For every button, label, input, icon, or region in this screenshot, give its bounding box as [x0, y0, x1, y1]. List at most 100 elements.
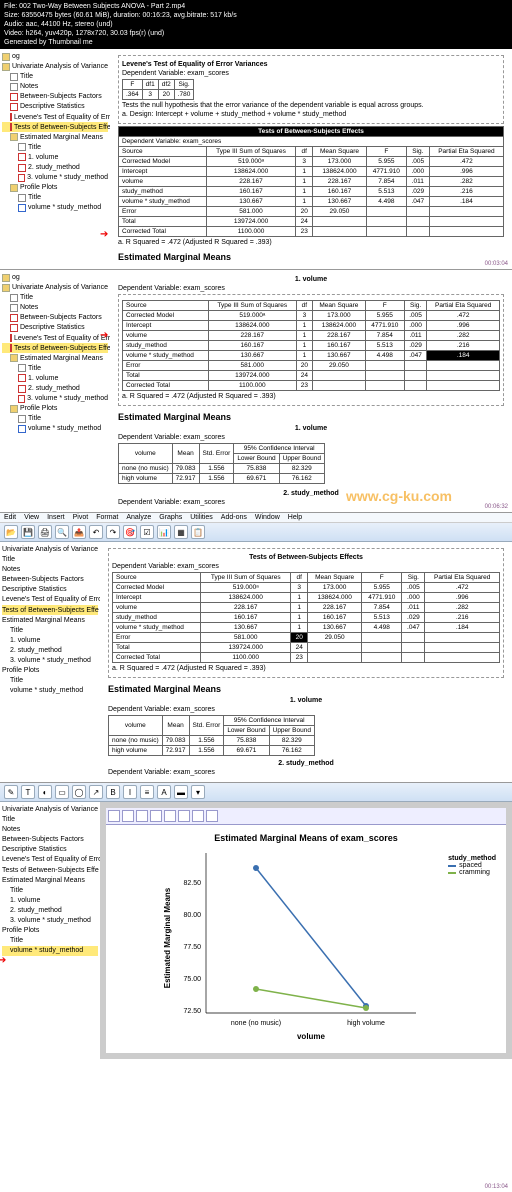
tool-icon[interactable]: A	[157, 785, 171, 799]
tree-v2[interactable]: 2. study_method	[2, 905, 98, 915]
tree-log[interactable]: og	[2, 272, 108, 282]
tree-v1[interactable]: 1. volume	[2, 152, 108, 162]
chart-editor-toolbar[interactable]: ✎ T ◐ ▭ ◯ ↗ B I ≡ A ▬ ▾	[0, 783, 512, 802]
nav-tree-2[interactable]: og Univariate Analysis of Variance Title…	[0, 270, 110, 512]
tree-notes[interactable]: Notes	[2, 82, 108, 92]
table-icon[interactable]: ▦	[174, 525, 188, 539]
designate-icon[interactable]: 📋	[191, 525, 205, 539]
tree-title3[interactable]: Title	[2, 193, 108, 203]
goto-icon[interactable]: 🎯	[123, 525, 137, 539]
tool-icon[interactable]: ✎	[4, 785, 18, 799]
open-icon[interactable]: 📂	[4, 525, 18, 539]
tree-bsf[interactable]: Between-Subjects Factors	[2, 575, 98, 585]
save-icon[interactable]: 💾	[21, 525, 35, 539]
tree-title2[interactable]: Title	[2, 142, 108, 152]
tree-emm[interactable]: Estimated Marginal Means	[2, 875, 98, 885]
tree-v2[interactable]: 2. study_method	[2, 384, 108, 394]
tool-icon[interactable]	[122, 810, 134, 822]
menu-edit[interactable]: Edit	[4, 514, 16, 521]
tool-icon[interactable]: ◐	[38, 785, 52, 799]
chart-canvas[interactable]: Estimated Marginal Means of exam_scores …	[100, 802, 512, 1059]
tree-emm[interactable]: Estimated Marginal Means	[2, 615, 98, 625]
nav-tree-3[interactable]: Univariate Analysis of Variance Title No…	[0, 542, 100, 782]
undo-icon[interactable]: ↶	[89, 525, 103, 539]
tree-bsf[interactable]: Between-Subjects Factors	[2, 92, 108, 102]
menu-graphs[interactable]: Graphs	[159, 514, 182, 521]
tree-bsf[interactable]: Between-Subjects Factors	[2, 313, 108, 323]
tool-icon[interactable]: ▾	[191, 785, 205, 799]
tree-v3[interactable]: 3. volume * study_method	[2, 394, 108, 404]
tree-levene[interactable]: Levene's Test of Equality of Erro	[2, 333, 108, 343]
menu-pivot[interactable]: Pivot	[73, 514, 89, 521]
tree-v3[interactable]: 3. volume * study_method	[2, 656, 98, 666]
tree-desc[interactable]: Descriptive Statistics	[2, 845, 98, 855]
tree-title[interactable]: Title	[2, 815, 98, 825]
menu-addons[interactable]: Add-ons	[221, 514, 247, 521]
tree-desc[interactable]: Descriptive Statistics	[2, 102, 108, 112]
tree-levene[interactable]: Levene's Test of Equality of Erro	[2, 855, 98, 865]
tree-v3[interactable]: 3. volume * study_method	[2, 916, 98, 926]
tree-tests[interactable]: Tests of Between-Subjects Effe	[2, 605, 98, 615]
tree-root[interactable]: Univariate Analysis of Variance	[2, 544, 98, 554]
tree-profile[interactable]: Profile Plots	[2, 926, 98, 936]
tree-vsm[interactable]: volume * study_method	[2, 424, 108, 434]
export-icon[interactable]: 📤	[72, 525, 86, 539]
tool-icon[interactable]	[206, 810, 218, 822]
tree-title[interactable]: Title	[2, 72, 108, 82]
tree-profile[interactable]: Profile Plots	[2, 183, 108, 193]
tree-root[interactable]: Univariate Analysis of Variance	[2, 283, 108, 293]
tree-v2[interactable]: 2. study_method	[2, 163, 108, 173]
select-icon[interactable]: ☑	[140, 525, 154, 539]
menu-help[interactable]: Help	[288, 514, 302, 521]
tool-icon[interactable]	[150, 810, 162, 822]
tree-title[interactable]: Title	[2, 293, 108, 303]
tool-icon[interactable]: ◯	[72, 785, 86, 799]
menu-bar[interactable]: Edit View Insert Pivot Format Analyze Gr…	[0, 513, 512, 523]
menu-insert[interactable]: Insert	[47, 514, 65, 521]
nav-tree-1[interactable]: og Univariate Analysis of Variance Title…	[0, 49, 110, 269]
tree-emm[interactable]: Estimated Marginal Means	[2, 353, 108, 363]
tree-log[interactable]: og	[2, 51, 108, 61]
menu-format[interactable]: Format	[96, 514, 118, 521]
tree-levene[interactable]: Levene's Test of Equality of Erro	[2, 112, 108, 122]
tree-tests[interactable]: Tests of Between-Subjects Effe	[2, 343, 108, 353]
tree-notes[interactable]: Notes	[2, 303, 108, 313]
tree-notes[interactable]: Notes	[2, 565, 98, 575]
tree-title3[interactable]: Title	[2, 936, 98, 946]
print-icon[interactable]: 🖨	[38, 525, 52, 539]
tool-icon[interactable]	[136, 810, 148, 822]
tree-emm[interactable]: Estimated Marginal Means	[2, 132, 108, 142]
tree-tests[interactable]: Tests of Between-Subjects Effe	[2, 865, 98, 875]
preview-icon[interactable]: 🔍	[55, 525, 69, 539]
nav-tree-4[interactable]: Univariate Analysis of Variance Title No…	[0, 802, 100, 1059]
tree-desc[interactable]: Descriptive Statistics	[2, 323, 108, 333]
tree-desc[interactable]: Descriptive Statistics	[2, 585, 98, 595]
tool-icon[interactable]	[178, 810, 190, 822]
menu-utilities[interactable]: Utilities	[190, 514, 213, 521]
tree-title[interactable]: Title	[2, 555, 98, 565]
tree-tests[interactable]: Tests of Between-Subjects Effe	[2, 122, 108, 132]
tool-icon[interactable]: T	[21, 785, 35, 799]
tree-v3[interactable]: 3. volume * study_method	[2, 173, 108, 183]
chart-icon[interactable]: 📊	[157, 525, 171, 539]
main-toolbar[interactable]: 📂 💾 🖨 🔍 📤 ↶ ↷ 🎯 ☑ 📊 ▦ 📋	[0, 523, 512, 542]
menu-window[interactable]: Window	[255, 514, 280, 521]
tree-profile[interactable]: Profile Plots	[2, 666, 98, 676]
tree-title2[interactable]: Title	[2, 363, 108, 373]
tree-title3[interactable]: Title	[2, 414, 108, 424]
tool-icon[interactable]: B	[106, 785, 120, 799]
tool-icon[interactable]: I	[123, 785, 137, 799]
tree-bsf[interactable]: Between-Subjects Factors	[2, 835, 98, 845]
tool-icon[interactable]	[192, 810, 204, 822]
tree-profile[interactable]: Profile Plots	[2, 404, 108, 414]
redo-icon[interactable]: ↷	[106, 525, 120, 539]
tree-title3[interactable]: Title	[2, 676, 98, 686]
tool-icon[interactable]: ↗	[89, 785, 103, 799]
tool-icon[interactable]	[108, 810, 120, 822]
tree-levene[interactable]: Levene's Test of Equality of Erro	[2, 595, 98, 605]
tool-icon[interactable]	[164, 810, 176, 822]
tree-title2[interactable]: Title	[2, 885, 98, 895]
menu-view[interactable]: View	[24, 514, 39, 521]
menu-analyze[interactable]: Analyze	[126, 514, 151, 521]
tool-icon[interactable]: ≡	[140, 785, 154, 799]
